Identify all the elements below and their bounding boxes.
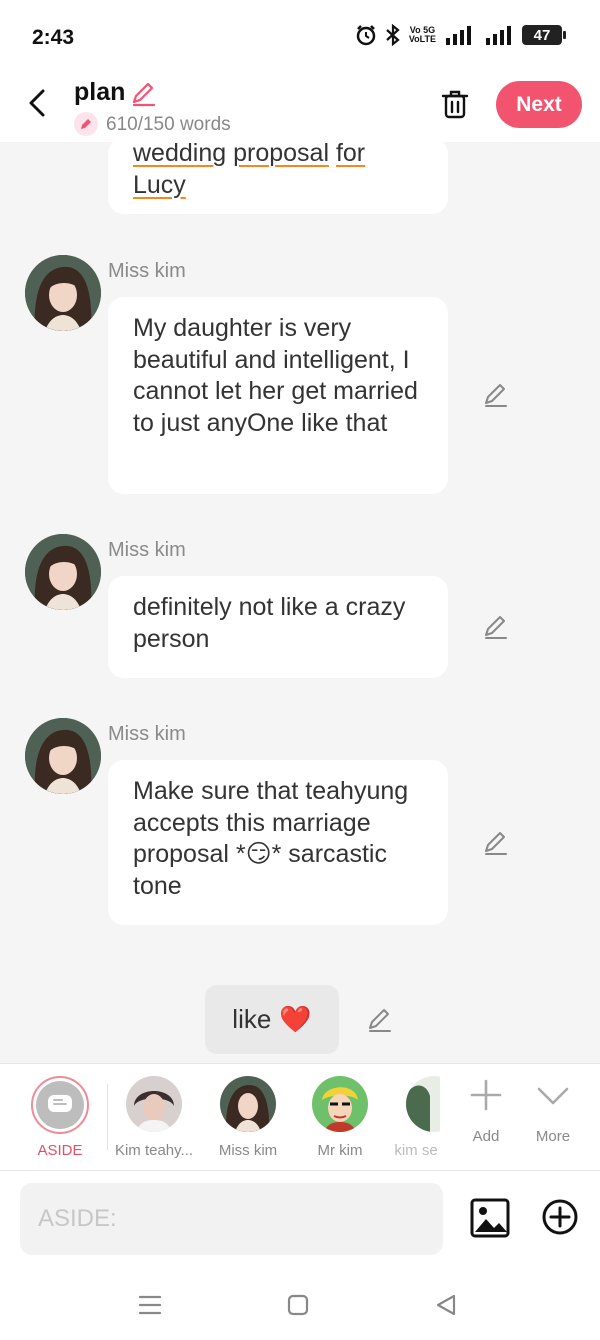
status-time: 2:43	[32, 26, 75, 49]
chevron-left-icon	[29, 89, 45, 117]
alarm-icon	[355, 24, 377, 46]
add-button[interactable]	[541, 1198, 579, 1236]
character-name: Miss kim	[218, 1142, 278, 1159]
message-input[interactable]	[20, 1183, 443, 1255]
character-name: Mr kim	[317, 1142, 363, 1159]
chat-area[interactable]: wedding proposal for Lucy Miss kim My da…	[0, 142, 600, 1063]
edit-my-message-button[interactable]	[366, 1006, 394, 1034]
avatar[interactable]	[25, 255, 101, 331]
avatar[interactable]	[25, 718, 101, 794]
message-bubble-partial[interactable]: wedding proposal for Lucy	[108, 142, 448, 214]
character-aside[interactable]: ASIDE	[22, 1076, 98, 1159]
sender-name: Miss kim	[108, 260, 186, 282]
pencil-icon	[485, 832, 507, 855]
avatar	[406, 1076, 440, 1132]
insert-image-button[interactable]	[470, 1198, 510, 1238]
battery-icon: 47	[522, 25, 566, 45]
avatar	[126, 1076, 182, 1132]
bluetooth-icon	[385, 24, 401, 46]
recent-apps-button[interactable]	[136, 1291, 164, 1319]
avatar	[220, 1076, 276, 1132]
sender-name: Miss kim	[108, 539, 186, 561]
more-label: More	[535, 1128, 571, 1145]
volte-indicator: Vo 5G VoLTE	[408, 25, 436, 44]
divider	[107, 1084, 108, 1150]
character-kim-se[interactable]: kim se	[392, 1076, 440, 1159]
character-selector: ASIDE Kim teahy... Miss kim Mr kim kim s…	[0, 1063, 600, 1171]
home-square-icon	[287, 1294, 309, 1316]
my-message-text: like	[232, 1004, 272, 1034]
pencil-badge-icon	[74, 112, 98, 136]
back-button[interactable]	[22, 86, 52, 120]
character-name: Kim teahy...	[114, 1142, 194, 1159]
image-icon	[470, 1198, 510, 1238]
system-nav-bar	[0, 1269, 600, 1340]
character-mr-kim[interactable]: Mr kim	[302, 1076, 378, 1159]
status-icons: Vo 5G VoLTE 47	[355, 24, 566, 46]
avatar[interactable]	[25, 534, 101, 610]
trash-icon	[441, 90, 469, 119]
sender-name: Miss kim	[108, 723, 186, 745]
system-back-button[interactable]	[432, 1291, 460, 1319]
header: plan 610/150 words Next	[0, 76, 600, 142]
signal-icon-2	[484, 24, 514, 46]
delete-button[interactable]	[438, 86, 472, 122]
signal-icon	[444, 24, 476, 46]
page-title: plan	[74, 78, 126, 106]
add-character-button[interactable]: Add	[456, 1078, 516, 1145]
edit-message-button[interactable]	[482, 381, 510, 409]
message-line: Lucy	[133, 170, 424, 202]
edit-title-button[interactable]	[130, 80, 158, 113]
chat-bubble-icon	[36, 1081, 84, 1129]
character-name: ASIDE	[37, 1142, 83, 1159]
add-label: Add	[472, 1128, 500, 1145]
message-bubble[interactable]: My daughter is very beautiful and intell…	[108, 297, 448, 494]
pencil-icon	[485, 616, 507, 639]
message-word: Lucy	[133, 170, 186, 199]
my-message-bubble[interactable]: like ❤️	[205, 985, 339, 1054]
home-button[interactable]	[284, 1291, 312, 1319]
edit-message-button[interactable]	[482, 613, 510, 641]
pencil-icon	[485, 384, 507, 407]
character-miss-kim[interactable]: Miss kim	[210, 1076, 286, 1159]
pencil-icon	[369, 1009, 391, 1032]
character-kim-teahyung[interactable]: Kim teahy...	[112, 1076, 196, 1159]
composer	[0, 1171, 600, 1269]
message-word: for	[335, 142, 366, 167]
message-space	[329, 142, 336, 167]
message-word: wedding	[133, 142, 227, 167]
status-bar: 2:43 Vo 5G VoLTE 47	[0, 0, 600, 76]
battery-level: 47	[533, 26, 551, 44]
menu-icon	[138, 1295, 162, 1315]
edit-message-button[interactable]	[482, 829, 510, 857]
aside-avatar	[31, 1076, 89, 1134]
message-bubble[interactable]: definitely not like a crazy person	[108, 576, 448, 678]
pencil-icon	[132, 82, 156, 107]
character-name: kim se	[394, 1142, 438, 1159]
heart-emoji: ❤️	[279, 1004, 312, 1034]
plus-icon	[470, 1079, 502, 1111]
more-characters-button[interactable]: More	[522, 1078, 584, 1145]
next-button[interactable]: Next	[496, 81, 582, 128]
word-count: 610/150 words	[106, 114, 231, 135]
message-line: wedding proposal for	[133, 142, 424, 170]
message-bubble[interactable]: Make sure that teahyung accepts this mar…	[108, 760, 448, 925]
message-word: proposal	[233, 142, 329, 167]
chevron-down-icon	[537, 1087, 569, 1105]
plus-circle-icon	[542, 1199, 578, 1235]
triangle-back-icon	[436, 1294, 456, 1316]
avatar	[312, 1076, 368, 1132]
